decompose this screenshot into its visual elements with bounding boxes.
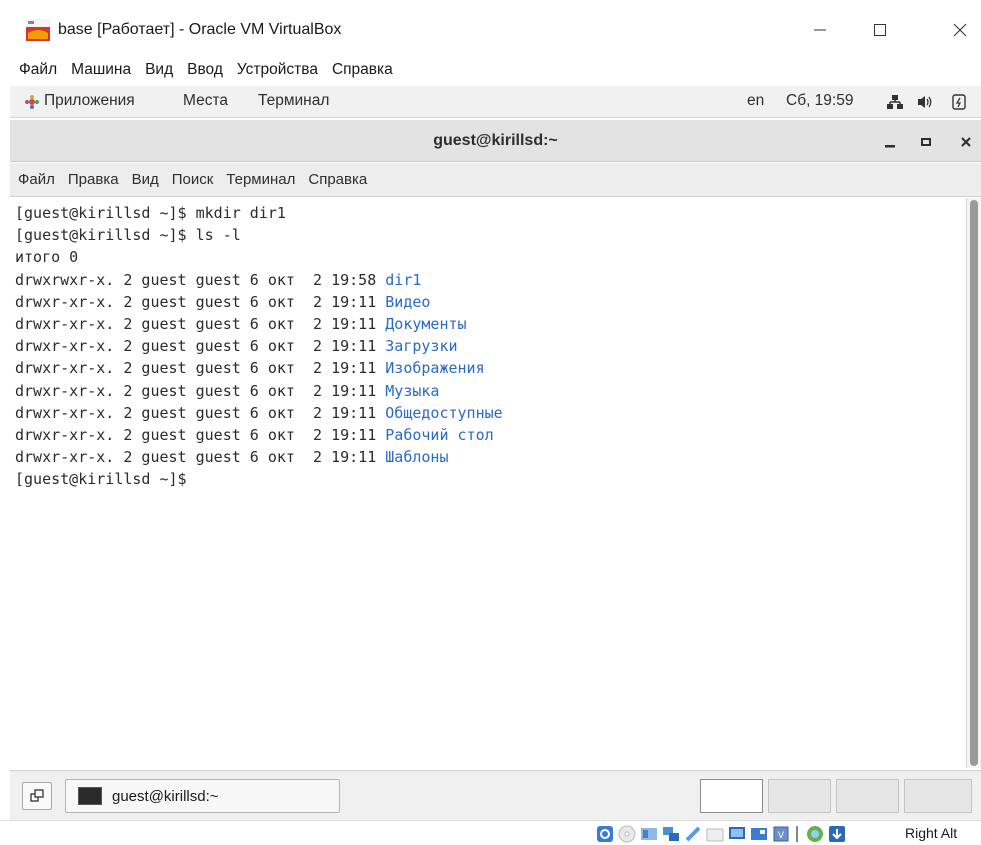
- terminal-menu-search[interactable]: Поиск: [172, 171, 214, 188]
- close-icon: [953, 23, 967, 37]
- terminal-line: [guest@kirillsd ~]$ ls -l: [15, 226, 241, 245]
- terminal-menu-file[interactable]: Файл: [18, 171, 55, 188]
- terminal-minimize-button[interactable]: [880, 132, 900, 152]
- clock[interactable]: Сб, 19:59: [786, 92, 853, 110]
- terminal-output[interactable]: [guest@kirillsd ~]$ mkdir dir1 [guest@ki…: [10, 198, 966, 768]
- menu-devices[interactable]: Устройства: [237, 61, 318, 79]
- show-desktop-icon: [30, 789, 44, 802]
- places-menu[interactable]: Места: [183, 92, 228, 110]
- keyboard-capture-icon[interactable]: [828, 825, 846, 843]
- host-title-bar: base [Работает] - Oracle VM VirtualBox: [0, 0, 981, 56]
- terminal-line: drwxr-xr-x. 2 guest guest 6 окт 2 19:11 …: [15, 314, 467, 333]
- mouse-integration-icon[interactable]: [806, 825, 824, 843]
- maximize-icon: [874, 24, 886, 36]
- workspace-2[interactable]: [768, 779, 831, 813]
- minimize-button[interactable]: [800, 14, 840, 46]
- workspace-3[interactable]: [836, 779, 899, 813]
- keyboard-layout-indicator[interactable]: en: [747, 92, 764, 110]
- volume-icon[interactable]: [916, 94, 934, 115]
- terminal-menu-edit[interactable]: Правка: [68, 171, 119, 188]
- terminal-close-button[interactable]: [956, 132, 976, 152]
- terminal-line: drwxrwxr-x. 2 guest guest 6 окт 2 19:58 …: [15, 270, 422, 289]
- terminal-line: drwxr-xr-x. 2 guest guest 6 окт 2 19:11 …: [15, 425, 494, 444]
- terminal-line: drwxr-xr-x. 2 guest guest 6 окт 2 19:11 …: [15, 359, 485, 378]
- guest-top-panel: Приложения Места Терминал en Сб, 19:59: [10, 86, 981, 118]
- maximize-button[interactable]: [860, 14, 900, 46]
- window-title: base [Работает] - Oracle VM VirtualBox: [58, 21, 342, 38]
- terminal-line: drwxr-xr-x. 2 guest guest 6 окт 2 19:11 …: [15, 403, 503, 422]
- directory-name: dir1: [385, 270, 422, 289]
- minimize-icon: [814, 29, 826, 31]
- terminal-icon: [78, 787, 102, 805]
- scrollbar-thumb[interactable]: [970, 200, 978, 766]
- applications-menu[interactable]: Приложения: [44, 92, 135, 110]
- terminal-menu[interactable]: Терминал: [258, 92, 329, 110]
- separator-icon: [794, 825, 800, 843]
- terminal-maximize-button[interactable]: [916, 132, 936, 152]
- directory-name: Музыка: [385, 381, 440, 400]
- terminal-line: drwxr-xr-x. 2 guest guest 6 окт 2 19:11 …: [15, 292, 431, 311]
- workspace-4[interactable]: [904, 779, 972, 813]
- terminal-title: guest@kirillsd:~: [433, 132, 558, 149]
- guest-taskbar: guest@kirillsd:~: [10, 770, 981, 820]
- maximize-icon: [921, 138, 931, 146]
- hard-disk-icon[interactable]: [596, 825, 614, 843]
- terminal-prompt-line: [guest@kirillsd ~]$: [15, 470, 187, 489]
- terminal-menu-view[interactable]: Вид: [132, 171, 159, 188]
- menu-file[interactable]: Файл: [19, 61, 57, 79]
- close-button[interactable]: [940, 14, 980, 46]
- terminal-line: drwxr-xr-x. 2 guest guest 6 окт 2 19:11 …: [15, 337, 458, 356]
- directory-name: Рабочий стол: [385, 425, 494, 444]
- terminal-line: drwxr-xr-x. 2 guest guest 6 окт 2 19:11 …: [15, 448, 449, 467]
- directory-name: Загрузки: [385, 337, 458, 356]
- menu-view[interactable]: Вид: [145, 61, 173, 79]
- terminal-menu-bar: Файл Правка Вид Поиск Терминал Справка: [10, 163, 981, 197]
- terminal-scrollbar[interactable]: [966, 198, 981, 768]
- workspace-1[interactable]: [700, 779, 763, 813]
- terminal-title-bar: guest@kirillsd:~: [10, 120, 981, 162]
- virtualbox-icon: [26, 19, 50, 41]
- recording-icon[interactable]: [750, 825, 768, 843]
- audio-icon[interactable]: [640, 825, 658, 843]
- cpu-icon[interactable]: V: [772, 825, 790, 843]
- terminal-line: итого 0: [15, 248, 79, 267]
- host-menu-bar: Файл Машина Вид Ввод Устройства Справка: [0, 56, 981, 84]
- applications-icon: [24, 94, 40, 110]
- menu-help[interactable]: Справка: [332, 61, 393, 79]
- directory-name: Шаблоны: [385, 448, 449, 467]
- power-icon[interactable]: [951, 93, 967, 116]
- terminal-line: drwxr-xr-x. 2 guest guest 6 окт 2 19:11 …: [15, 381, 440, 400]
- svg-text:V: V: [778, 831, 785, 841]
- terminal-line: [guest@kirillsd ~]$ mkdir dir1: [15, 204, 286, 222]
- taskbar-window-button[interactable]: guest@kirillsd:~: [65, 779, 340, 813]
- directory-name: Видео: [385, 292, 431, 311]
- terminal-menu-help[interactable]: Справка: [308, 171, 367, 188]
- close-icon: [961, 137, 971, 147]
- host-key-label: Right Alt: [905, 825, 958, 841]
- show-desktop-button[interactable]: [22, 782, 52, 810]
- host-status-bar: V Right Alt: [0, 820, 981, 845]
- directory-name: Изображения: [385, 359, 485, 378]
- usb-icon[interactable]: [684, 825, 702, 843]
- optical-drive-icon[interactable]: [618, 825, 636, 843]
- network-icon[interactable]: [662, 825, 680, 843]
- display-icon[interactable]: [728, 825, 746, 843]
- shared-folders-icon[interactable]: [706, 825, 724, 843]
- terminal-menu-terminal[interactable]: Терминал: [226, 171, 295, 188]
- network-icon[interactable]: [886, 94, 904, 115]
- minimize-icon: [885, 145, 895, 148]
- menu-input[interactable]: Ввод: [187, 61, 223, 79]
- directory-name: Общедоступные: [385, 403, 503, 422]
- menu-machine[interactable]: Машина: [71, 61, 131, 79]
- directory-name: Документы: [385, 314, 467, 333]
- taskbar-window-label: guest@kirillsd:~: [112, 788, 219, 805]
